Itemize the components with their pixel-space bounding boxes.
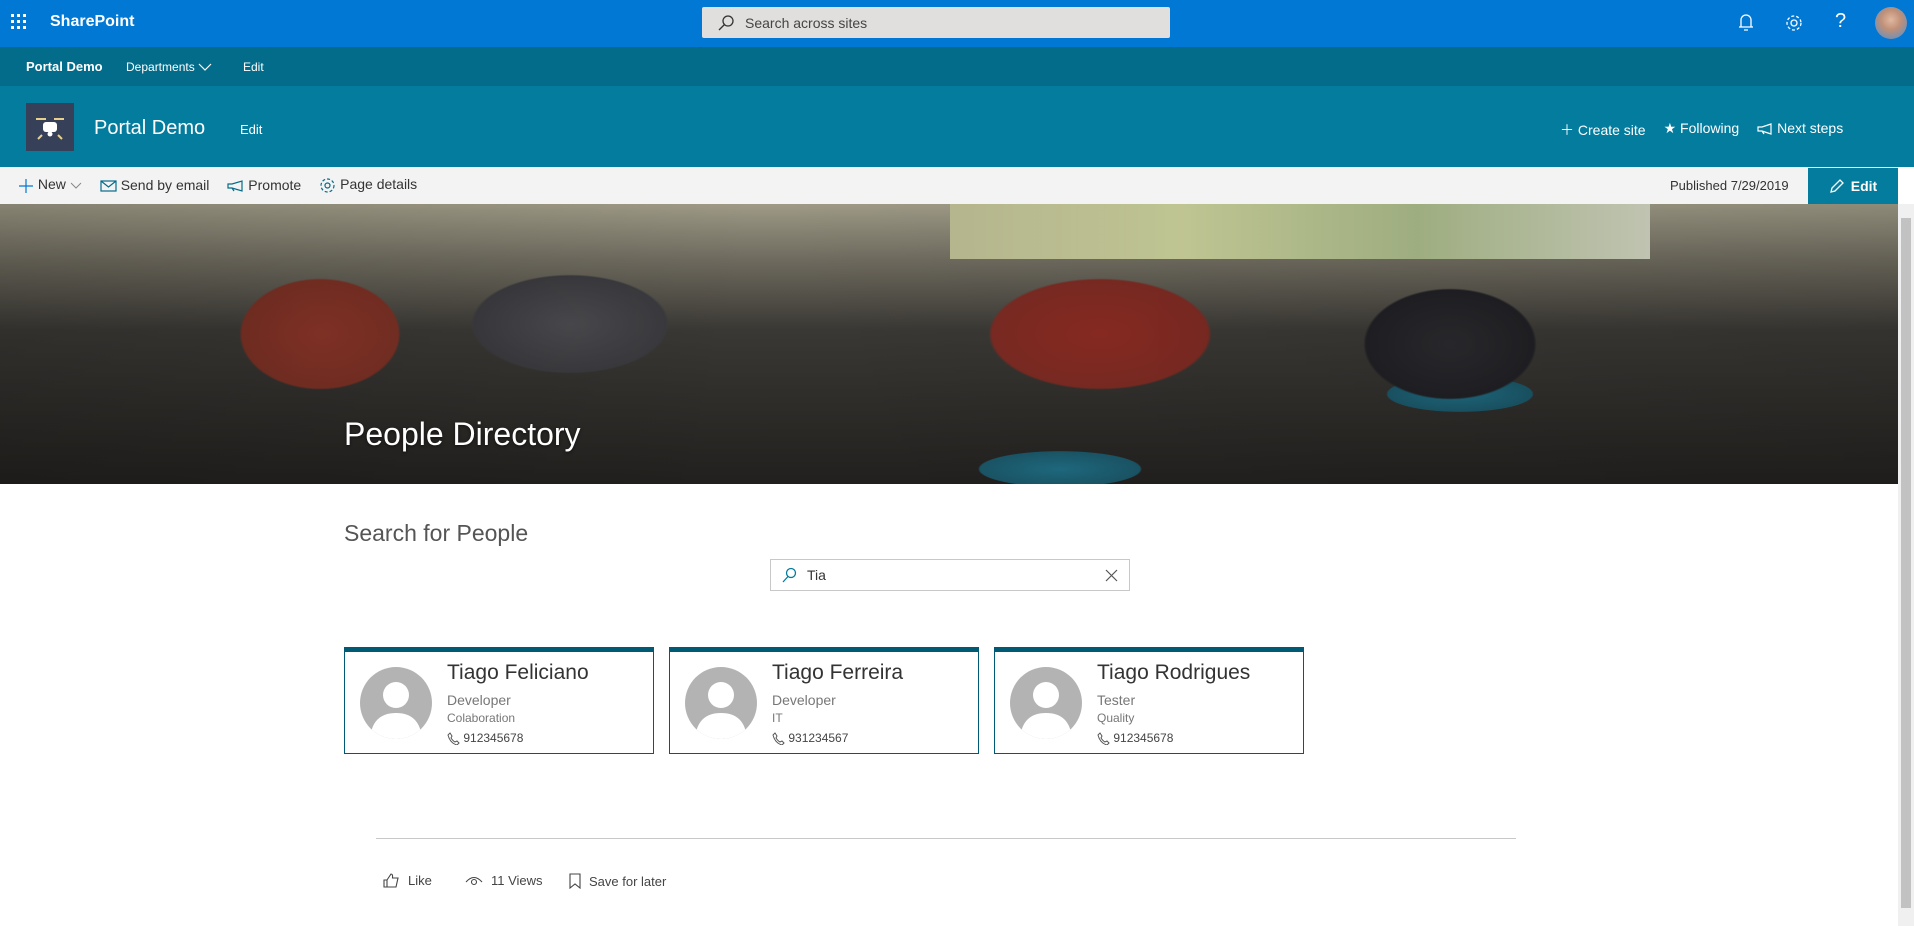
create-site-button[interactable]: ＋ Create site: [1560, 120, 1646, 140]
next-steps-button[interactable]: Next steps: [1757, 120, 1843, 140]
hub-site-link[interactable]: Portal Demo: [26, 59, 103, 74]
help-icon[interactable]: ?: [1835, 10, 1846, 33]
views-count: 11 Views: [465, 873, 543, 888]
hub-navigation: Portal Demo Departments Edit: [0, 47, 1914, 86]
site-logo[interactable]: [26, 103, 74, 151]
drone-icon: [36, 118, 64, 140]
published-date: Published 7/29/2019: [1670, 178, 1789, 193]
global-search-input[interactable]: Search across sites: [702, 7, 1170, 38]
action-label: Following: [1680, 120, 1740, 136]
new-button[interactable]: New: [18, 176, 82, 193]
page-details-button[interactable]: Page details: [319, 176, 417, 194]
avatar-placeholder: [360, 667, 432, 739]
hero-overlay: [0, 204, 1898, 484]
like-label: Like: [408, 873, 432, 888]
avatar-placeholder: [685, 667, 757, 739]
nav-edit[interactable]: Edit: [243, 60, 264, 74]
person-role: Developer: [447, 692, 511, 708]
command-label: Page details: [340, 176, 418, 192]
divider: [376, 838, 1516, 839]
search-placeholder: Search across sites: [745, 15, 868, 31]
person-phone[interactable]: 931234567: [772, 731, 849, 746]
gear-icon[interactable]: [1784, 13, 1804, 33]
command-label: Promote: [248, 176, 302, 193]
mail-icon: [100, 180, 117, 192]
send-by-email-button[interactable]: Send by email: [100, 176, 210, 193]
following-button[interactable]: ★ Following: [1664, 120, 1740, 140]
person-department: IT: [772, 711, 783, 725]
bell-icon[interactable]: [1738, 13, 1754, 33]
plus-icon: ＋: [1560, 122, 1574, 138]
views-label: 11 Views: [491, 873, 543, 888]
person-department: Quality: [1097, 711, 1135, 725]
person-role: Developer: [772, 692, 836, 708]
phone-number: 931234567: [788, 731, 849, 745]
hero-banner: People Directory: [0, 204, 1898, 484]
people-search-input[interactable]: Tia: [770, 559, 1130, 591]
waffle-icon[interactable]: [10, 13, 28, 31]
edit-page-button[interactable]: Edit: [1808, 168, 1898, 204]
like-icon: [383, 873, 399, 888]
site-title[interactable]: Portal Demo: [94, 117, 205, 140]
clear-icon[interactable]: [1105, 569, 1118, 582]
action-label: Next steps: [1777, 120, 1844, 136]
nav-departments[interactable]: Departments: [126, 60, 212, 74]
plus-icon: [19, 178, 33, 193]
person-name[interactable]: Tiago Rodrigues: [1097, 661, 1250, 685]
person-phone[interactable]: 912345678: [447, 731, 524, 746]
edit-label: Edit: [1850, 178, 1878, 194]
phone-icon: [447, 732, 460, 746]
megaphone-icon: [227, 180, 244, 192]
command-bar: New Send by email Promote Page details P…: [0, 167, 1898, 204]
save-for-later-button[interactable]: Save for later: [569, 873, 666, 889]
person-card[interactable]: Tiago Feliciano Developer Colaboration 9…: [344, 647, 654, 754]
chevron-down-icon: [198, 63, 212, 72]
page-title: People Directory: [344, 416, 581, 452]
site-edit-link[interactable]: Edit: [240, 122, 262, 137]
search-value: Tia: [807, 567, 826, 583]
site-header: Portal Demo Edit ＋ Create site ★ Followi…: [0, 86, 1914, 167]
bookmark-icon: [569, 873, 581, 889]
search-icon: [718, 15, 734, 31]
chevron-down-icon: [70, 182, 82, 189]
action-label: Create site: [1577, 122, 1646, 138]
avatar-placeholder: [1010, 667, 1082, 739]
phone-icon: [772, 732, 785, 746]
person-role: Tester: [1097, 692, 1136, 708]
like-button[interactable]: Like: [383, 873, 432, 888]
pencil-icon: [1829, 179, 1844, 193]
phone-number: 912345678: [463, 731, 524, 745]
search-icon: [782, 567, 797, 583]
command-label: Send by email: [120, 176, 210, 193]
save-label: Save for later: [589, 873, 667, 889]
eye-icon: [465, 876, 483, 885]
section-title: Search for People: [344, 520, 529, 546]
nav-label: Departments: [126, 60, 195, 74]
command-label: New: [37, 176, 66, 193]
megaphone-icon: [1757, 123, 1772, 136]
scrollbar-thumb[interactable]: [1901, 218, 1911, 908]
scrollbar[interactable]: [1898, 204, 1914, 926]
person-name[interactable]: Tiago Ferreira: [772, 661, 903, 685]
person-department: Colaboration: [447, 711, 516, 725]
app-name[interactable]: SharePoint: [50, 13, 134, 31]
person-phone[interactable]: 912345678: [1097, 731, 1174, 746]
person-card[interactable]: Tiago Ferreira Developer IT 931234567: [669, 647, 979, 754]
gear-icon: [320, 178, 335, 193]
avatar[interactable]: [1875, 7, 1907, 39]
promote-button[interactable]: Promote: [227, 177, 301, 193]
person-card[interactable]: Tiago Rodrigues Tester Quality 912345678: [994, 647, 1304, 754]
suite-bar: SharePoint Search across sites ?: [0, 0, 1914, 47]
person-name[interactable]: Tiago Feliciano: [447, 661, 589, 685]
phone-number: 912345678: [1113, 731, 1174, 745]
phone-icon: [1097, 732, 1110, 746]
star-icon: ★: [1663, 120, 1677, 136]
